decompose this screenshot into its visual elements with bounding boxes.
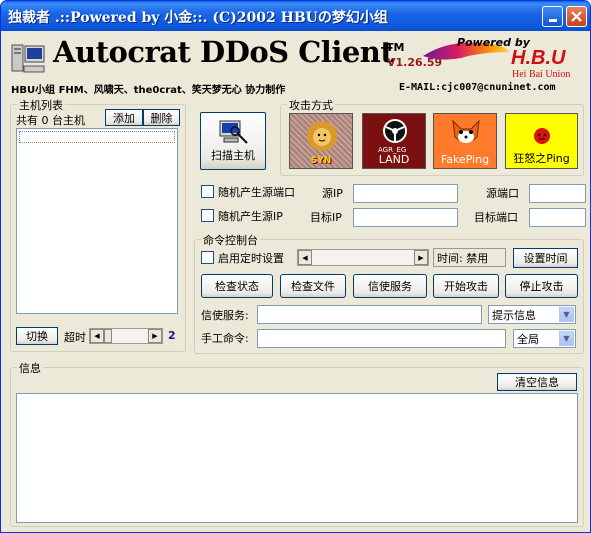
attack-fury-ping-button[interactable]: 狂怒之Ping [505, 113, 578, 169]
timeout-thumb[interactable] [104, 329, 112, 343]
app-window: 独裁者 .::Powered by 小金::. (C)2002 HBUの梦幻小组… [0, 0, 591, 533]
scan-computer-icon [219, 120, 248, 144]
random-source-ip-label: 随机产生源IP [218, 210, 283, 223]
target-port-label: 目标端口 [474, 211, 518, 224]
lion-icon [307, 121, 337, 151]
window-title: 独裁者 .::Powered by 小金::. (C)2002 HBUの梦幻小组 [8, 10, 388, 26]
target-ip-label: 目标IP [310, 211, 342, 224]
title-bar[interactable]: 独裁者 .::Powered by 小金::. (C)2002 HBUの梦幻小组 [1, 1, 590, 31]
target-port-input[interactable] [529, 208, 586, 227]
timeout-scrollbar[interactable]: ◀ ▶ [89, 328, 163, 344]
trademark: TM [386, 41, 405, 54]
start-attack-button[interactable]: 开始攻击 [433, 274, 499, 298]
timer-label: 启用定时设置 [218, 252, 284, 265]
computer-logo-icon [10, 42, 46, 76]
attack-syn-label: SYN [310, 156, 332, 166]
manual-command-select[interactable]: 全局 ▼ [513, 329, 576, 348]
angry-face-icon [534, 128, 550, 144]
attack-land-label: LAND [378, 153, 410, 166]
add-host-button[interactable]: 添加 [105, 109, 143, 126]
scan-host-button[interactable]: 扫描主机 [200, 112, 266, 170]
scroll-right-icon[interactable]: ▶ [148, 329, 162, 343]
random-source-ip-checkbox[interactable] [201, 209, 214, 222]
timer-slider[interactable]: ◀ ▶ [297, 249, 429, 266]
app-title: Autocrat DDoS Client [53, 35, 394, 69]
attack-land-button[interactable]: AGR_EG LAND [362, 113, 426, 169]
attack-syn-button[interactable]: SYN [289, 113, 353, 169]
messenger-button[interactable]: 信使服务 [353, 274, 427, 298]
minimize-icon [548, 18, 557, 22]
close-icon [571, 11, 582, 22]
fox-icon [452, 119, 480, 143]
chevron-down-icon[interactable]: ▼ [559, 331, 574, 346]
messenger-select-value: 提示信息 [492, 309, 536, 322]
manual-command-label: 手工命令: [201, 332, 249, 345]
credits-line: HBU小组 FHM、风啸天、the0crat、笑天梦无心 协力制作 [11, 85, 286, 96]
brand-subtitle: Hei Bai Union [512, 69, 571, 80]
scroll-left-icon[interactable]: ◀ [90, 329, 104, 343]
clear-info-button[interactable]: 清空信息 [497, 373, 577, 391]
scan-host-label: 扫描主机 [211, 149, 255, 162]
info-label: 信息 [17, 360, 43, 376]
host-list-box[interactable] [16, 128, 178, 314]
close-button[interactable] [566, 6, 587, 27]
timer-checkbox[interactable] [201, 251, 214, 264]
messenger-select[interactable]: 提示信息 ▼ [488, 305, 576, 324]
delete-host-button[interactable]: 删除 [143, 109, 180, 126]
timeout-value: 2 [168, 329, 176, 342]
info-textarea[interactable] [16, 393, 578, 523]
host-count: 共有 0 台主机 [16, 114, 85, 127]
stop-attack-button[interactable]: 停止攻击 [505, 274, 578, 298]
set-time-button[interactable]: 设置时间 [513, 248, 578, 268]
check-file-button[interactable]: 检查文件 [280, 274, 346, 298]
host-list-label: 主机列表 [17, 97, 65, 113]
host-list-focus-row [19, 131, 175, 143]
manual-command-input[interactable] [257, 329, 506, 348]
source-port-label: 源端口 [486, 187, 519, 200]
manual-command-select-value: 全局 [517, 333, 539, 346]
random-source-port-label: 随机产生源端口 [218, 186, 295, 199]
attack-fakeping-button[interactable]: FakePing [433, 113, 497, 169]
source-ip-input[interactable] [353, 184, 458, 203]
source-port-input[interactable] [529, 184, 586, 203]
chevron-down-icon[interactable]: ▼ [559, 307, 574, 322]
attack-mode-label: 攻击方式 [287, 97, 335, 113]
brand-logo: H.B.U [511, 47, 566, 69]
source-ip-label: 源IP [322, 187, 343, 200]
time-display: 时间: 禁用 [433, 248, 506, 267]
attack-fury-ping-label: 狂怒之Ping [513, 152, 570, 165]
messenger-input[interactable] [257, 305, 482, 324]
timeout-label: 超时 [64, 331, 86, 344]
messenger-service-label: 信使服务: [201, 309, 249, 322]
steering-wheel-icon [383, 119, 407, 143]
timer-slider-left-icon[interactable]: ◀ [298, 250, 312, 265]
check-status-button[interactable]: 检查状态 [201, 274, 273, 298]
email-line: E-MAIL:cjc007@cnuninet.com [399, 82, 556, 93]
command-console-label: 命令控制台 [201, 232, 260, 248]
target-ip-input[interactable] [353, 208, 458, 227]
timer-slider-right-icon[interactable]: ▶ [414, 250, 428, 265]
random-source-port-checkbox[interactable] [201, 185, 214, 198]
attack-fakeping-label: FakePing [440, 153, 490, 166]
minimize-button[interactable] [542, 6, 563, 27]
switch-button[interactable]: 切换 [16, 327, 58, 345]
